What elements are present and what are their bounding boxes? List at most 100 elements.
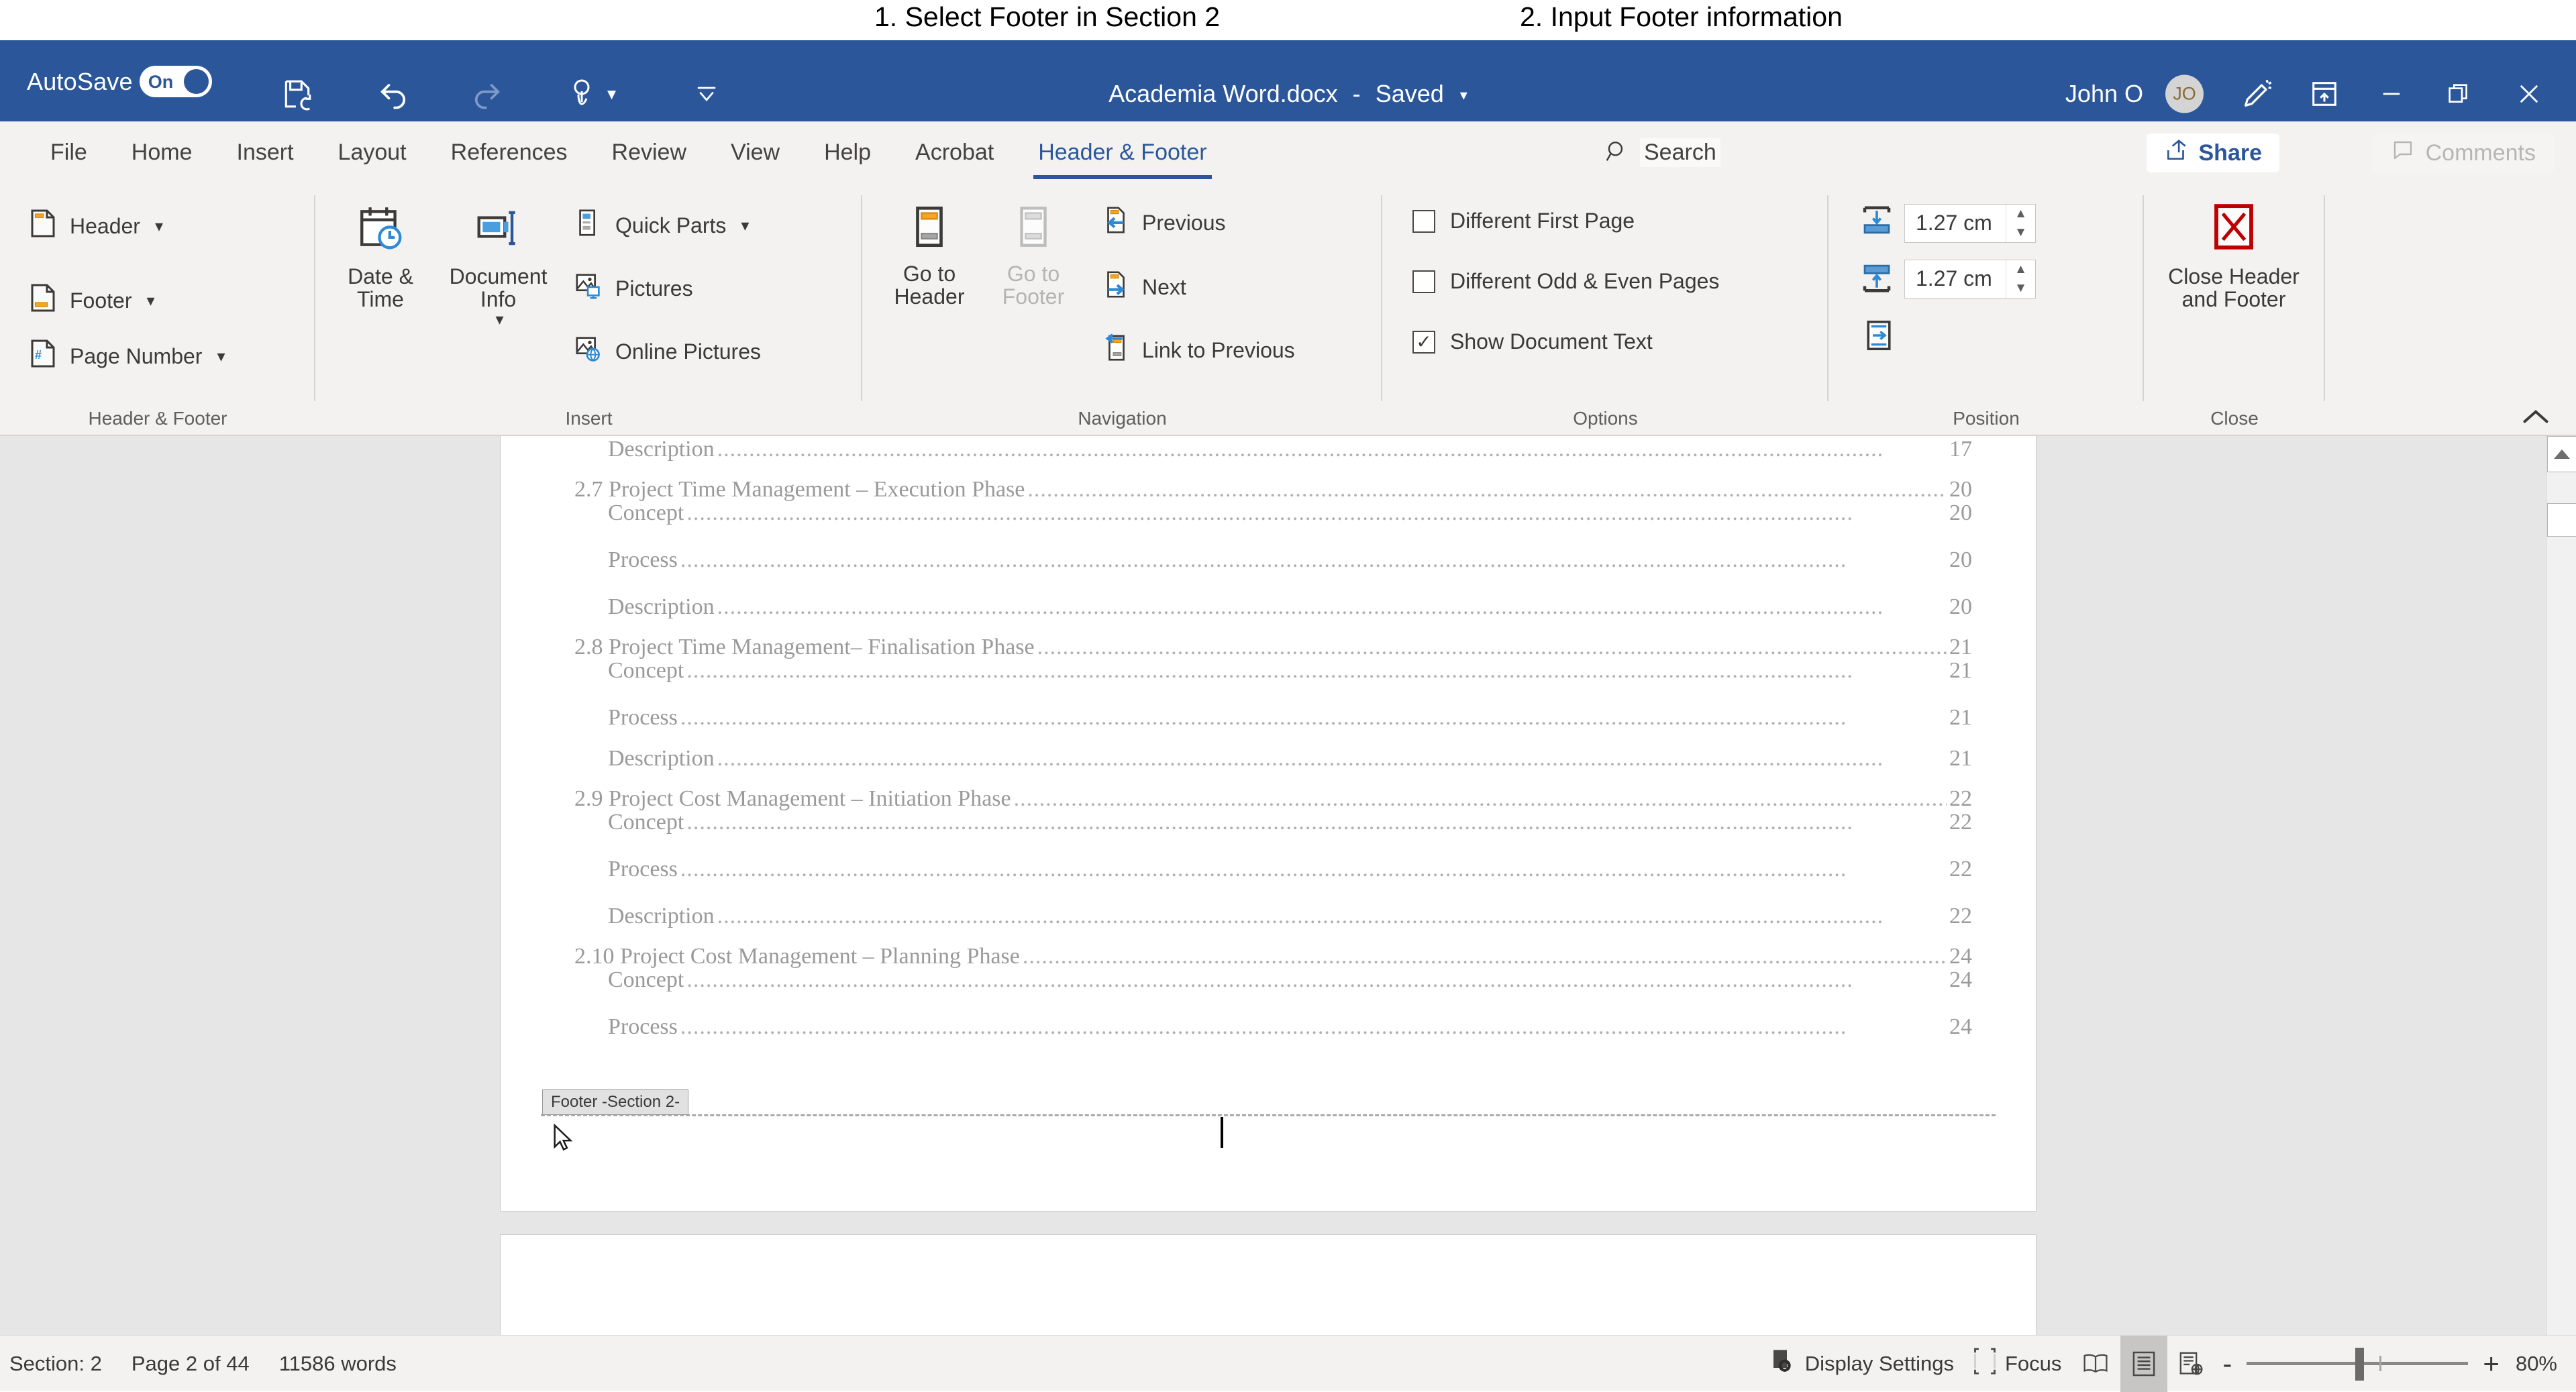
header-spin-arrows[interactable]: ▲ ▼ [2006, 205, 2035, 242]
status-page-number[interactable]: Page 2 of 44 [132, 1352, 250, 1376]
toc-entry[interactable]: Concept ................................… [608, 658, 1972, 684]
share-button[interactable]: Share [2147, 133, 2280, 172]
chevron-down-icon[interactable]: ▾ [495, 311, 503, 329]
customize-qat-icon[interactable] [694, 82, 719, 106]
title-chevron-down-icon[interactable]: ▾ [1460, 87, 1467, 103]
footer-from-bottom-field[interactable]: 1.27 cm ▲ ▼ [1904, 260, 2036, 299]
close-icon[interactable] [2509, 74, 2549, 114]
spin-down-icon[interactable]: ▼ [2006, 223, 2035, 242]
page-number-label: Page Number [70, 344, 202, 369]
tab-header-and-footer[interactable]: Header & Footer [1016, 121, 1229, 183]
footer-separator-line [541, 1114, 1996, 1116]
different-first-page-checkbox[interactable]: Different First Page [1412, 209, 1635, 233]
close-header-and-footer-button[interactable]: Close Header and Footer [2153, 201, 2314, 311]
show-document-text-checkbox[interactable]: ✓ Show Document Text [1412, 329, 1653, 354]
tab-file[interactable]: File [28, 121, 109, 183]
spin-up-icon[interactable]: ▲ [2006, 260, 2035, 279]
autosave-switch[interactable]: On [140, 66, 212, 97]
page-number-button[interactable]: # Page Number ▾ [27, 337, 225, 375]
zoom-out-button[interactable]: - [2222, 1355, 2232, 1372]
different-odd-even-pages-checkbox[interactable]: Different Odd & Even Pages [1412, 269, 1719, 294]
document-info-button[interactable]: Document Info ▾ [436, 203, 560, 328]
toc-entry[interactable]: Concept ................................… [608, 810, 1972, 835]
toc-entry[interactable]: Process ................................… [608, 547, 1972, 573]
footer-from-bottom-field-row[interactable]: 1.27 cm ▲ ▼ [1859, 259, 2036, 299]
tab-layout[interactable]: Layout [316, 121, 429, 183]
header-button[interactable]: Header ▾ [27, 207, 163, 245]
header-from-top-field[interactable]: 1.27 cm ▲ ▼ [1904, 204, 2036, 243]
header-from-top-field-row[interactable]: 1.27 cm ▲ ▼ [1859, 203, 2036, 243]
avatar[interactable]: JO [2165, 75, 2204, 113]
collapse-ribbon-icon[interactable] [2521, 405, 2551, 431]
editor-icon[interactable] [2237, 74, 2277, 114]
toc-entry[interactable]: Concept ................................… [608, 500, 1972, 526]
toc-entry[interactable]: Process ................................… [608, 857, 1972, 882]
zoom-level-button[interactable]: 80% [2506, 1336, 2567, 1392]
quick-parts-button[interactable]: Quick Parts ▾ [574, 207, 749, 244]
status-section[interactable]: Section: 2 [9, 1352, 102, 1376]
tab-insert[interactable]: Insert [215, 121, 316, 183]
toc-entry[interactable]: Description ............................… [608, 594, 1972, 620]
minimize-icon[interactable] [2371, 74, 2412, 114]
save-icon[interactable] [280, 77, 314, 111]
toc-entry[interactable]: Concept ................................… [608, 967, 1972, 993]
document-canvas[interactable]: Description ............................… [0, 436, 2576, 1335]
chevron-down-icon[interactable]: ▾ [607, 84, 616, 105]
restore-icon[interactable] [2438, 74, 2479, 114]
undo-icon[interactable] [376, 76, 411, 111]
tab-home[interactable]: Home [109, 121, 215, 183]
online-pictures-button[interactable]: Online Pictures [574, 333, 761, 370]
date-and-time-button[interactable]: Date & Time [330, 203, 431, 311]
footer-spin-arrows[interactable]: ▲ ▼ [2006, 260, 2035, 298]
footer-button[interactable]: Footer ▾ [27, 282, 155, 319]
zoom-slider-track[interactable] [2247, 1362, 2468, 1365]
insert-alignment-tab-button[interactable] [1861, 317, 1897, 357]
toc-entry[interactable]: 2.8 Project Time Management– Finalisatio… [574, 635, 1972, 660]
chevron-down-icon[interactable]: ▾ [217, 347, 225, 366]
tab-help[interactable]: Help [802, 121, 893, 183]
toc-entry-text: Description [608, 746, 715, 771]
previous-button[interactable]: Previous [1100, 205, 1226, 241]
zoom-in-button[interactable]: + [2483, 1355, 2500, 1372]
document-page-2[interactable] [500, 1234, 2037, 1335]
go-to-header-button[interactable]: Go to Header [882, 203, 976, 309]
spin-up-icon[interactable]: ▲ [2006, 205, 2035, 223]
search-box[interactable]: Search [1604, 121, 1720, 183]
zoom-slider-group[interactable]: - + [2216, 1336, 2506, 1392]
scrollbar-thumb[interactable] [2547, 503, 2576, 537]
spin-down-icon[interactable]: ▼ [2006, 279, 2035, 298]
toc-entry[interactable]: Description ............................… [608, 904, 1972, 929]
tab-view[interactable]: View [709, 121, 802, 183]
go-to-footer-button[interactable]: Go to Footer [986, 203, 1080, 309]
comments-button[interactable]: Comments [2372, 133, 2555, 172]
toc-entry[interactable]: Description ............................… [608, 746, 1972, 771]
vertical-scrollbar[interactable] [2546, 436, 2576, 1335]
scroll-up-arrow-icon[interactable] [2547, 436, 2576, 472]
view-mode-web-layout[interactable] [2167, 1336, 2216, 1392]
link-to-previous-button[interactable]: Link to Previous [1100, 332, 1295, 368]
toc-entry[interactable]: Process ................................… [608, 705, 1972, 731]
toc-entry[interactable]: 2.7 Project Time Management – Execution … [574, 477, 1972, 502]
ribbon-display-options-icon[interactable] [2304, 74, 2345, 114]
chevron-down-icon[interactable]: ▾ [155, 217, 163, 236]
autosave-toggle-group[interactable]: AutoSave On [27, 66, 212, 97]
tab-review[interactable]: Review [590, 121, 709, 183]
tab-references[interactable]: References [429, 121, 590, 183]
view-mode-print-layout[interactable] [2120, 1336, 2167, 1392]
pictures-button[interactable]: Pictures [574, 270, 693, 307]
next-button[interactable]: Next [1100, 269, 1186, 305]
status-word-count[interactable]: 11586 words [279, 1352, 397, 1376]
toc-entry[interactable]: Description ............................… [608, 437, 1972, 462]
toc-entry[interactable]: 2.10 Project Cost Management – Planning … [574, 944, 1972, 969]
view-mode-read[interactable] [2071, 1336, 2120, 1392]
tab-acrobat[interactable]: Acrobat [893, 121, 1016, 183]
document-page-1[interactable]: Description ............................… [500, 436, 2037, 1212]
toc-entry[interactable]: 2.9 Project Cost Management – Initiation… [574, 786, 1972, 812]
toc-entry[interactable]: Process ................................… [608, 1014, 1972, 1040]
chevron-down-icon[interactable]: ▾ [741, 216, 749, 235]
display-settings-button[interactable]: Display Settings [1761, 1336, 1963, 1392]
focus-button[interactable]: Focus [1963, 1336, 2071, 1392]
chevron-down-icon[interactable]: ▾ [146, 291, 154, 311]
zoom-slider-handle[interactable] [2355, 1348, 2364, 1381]
touch-mode-icon[interactable] [567, 78, 599, 110]
